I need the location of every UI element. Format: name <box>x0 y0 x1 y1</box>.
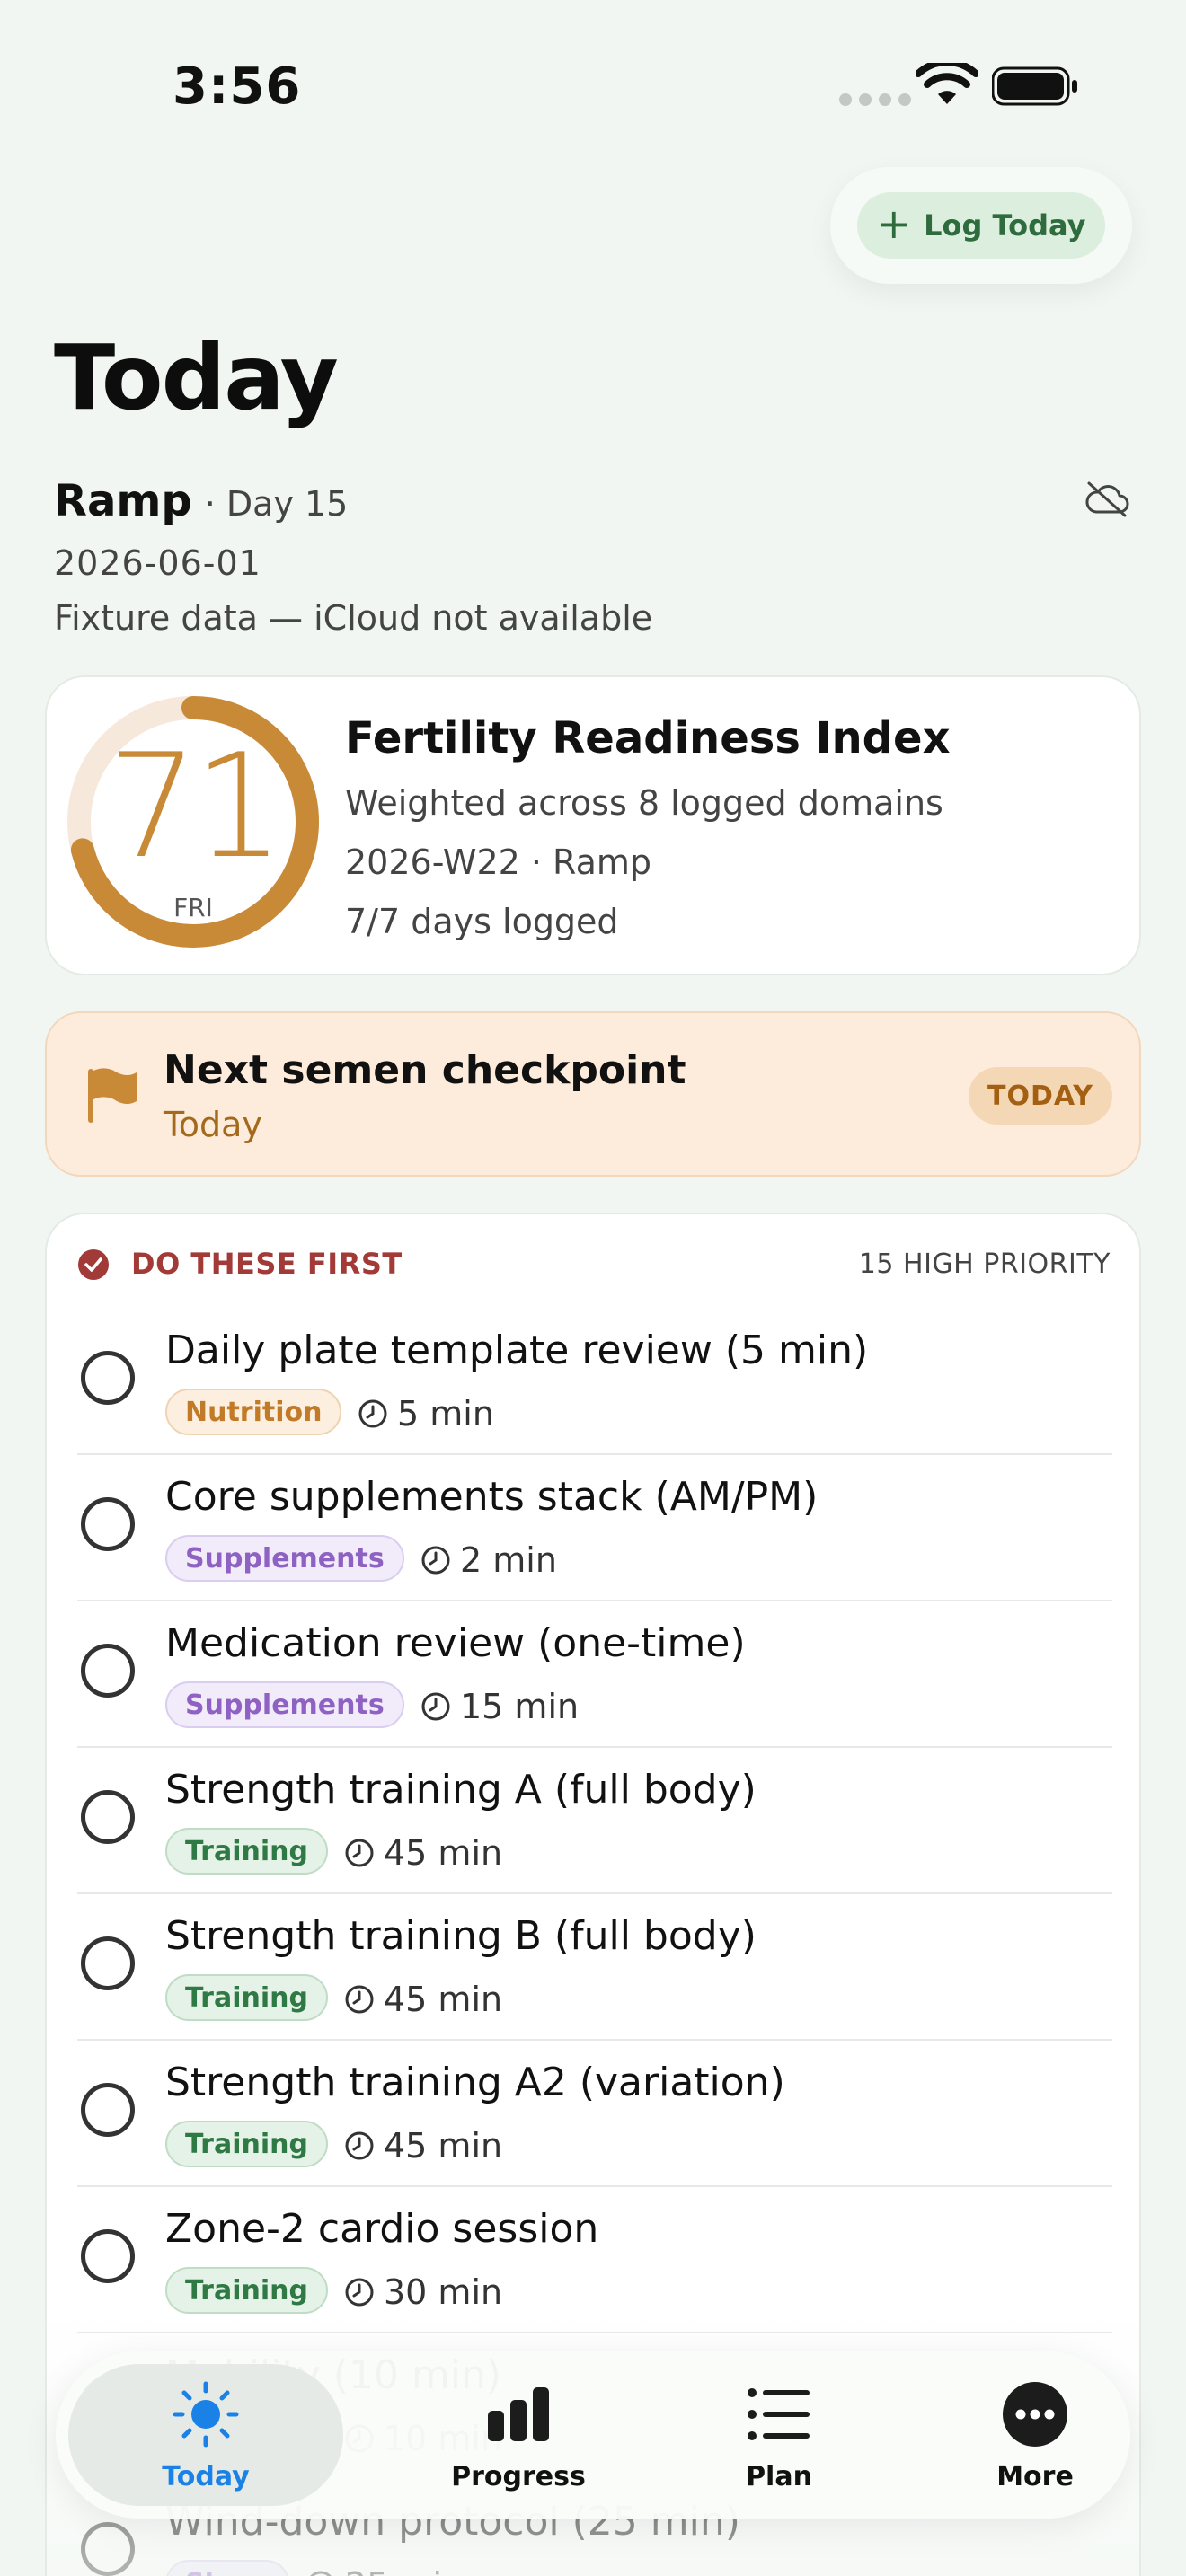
tab-progress-label: Progress <box>451 2460 586 2492</box>
plus-icon: + <box>876 199 912 248</box>
fri-label: FRI <box>173 893 213 922</box>
fri-score: 71 <box>107 722 285 890</box>
task-title: Strength training B (full body) <box>165 1913 757 1959</box>
clock-icon <box>358 1399 387 1428</box>
task-row[interactable]: Daily plate template review (5 min) Nutri… <box>77 1308 1112 1455</box>
tab-plan[interactable]: Plan <box>676 2351 882 2519</box>
task-category-tag: Supplements <box>165 1681 404 1728</box>
today-badge: TODAY <box>969 1067 1112 1125</box>
task-category-tag: Training <box>165 1828 328 1875</box>
checkpoint-title: Next semen checkpoint <box>164 1047 686 1093</box>
list-icon <box>748 2387 810 2440</box>
clock-icon <box>345 2278 374 2307</box>
task-row[interactable]: Strength training A (full body) Training 4… <box>77 1747 1112 1894</box>
phase-line: Ramp · Day 15 <box>54 476 348 526</box>
task-checkbox[interactable] <box>81 1497 135 1551</box>
status-time: 3:56 <box>173 57 302 116</box>
task-duration: 45 min <box>344 1980 502 2019</box>
clock-icon <box>345 1985 374 2014</box>
task-title: Daily plate template review (5 min) <box>165 1328 869 1373</box>
task-category-tag: Training <box>165 1974 328 2021</box>
fri-card[interactable]: 71 FRI Fertility Readiness Index Weighte… <box>45 675 1141 975</box>
task-checkbox[interactable] <box>81 1936 135 1990</box>
task-row[interactable]: Strength training A2 (variation) Training… <box>77 2040 1112 2187</box>
tab-progress[interactable]: Progress <box>415 2351 622 2519</box>
flag-icon <box>88 1068 137 1123</box>
clock-icon <box>345 1839 374 1867</box>
task-category-tag: Supplements <box>165 1535 404 1582</box>
task-duration-label: 15 min <box>460 1687 580 1726</box>
task-title: Zone-2 cardio session <box>165 2206 599 2252</box>
sun-icon <box>173 2381 239 2447</box>
fri-week: 2026-W22 · Ramp <box>345 842 652 882</box>
task-duration-label: 5 min <box>397 1394 494 1434</box>
log-today-label: Log Today <box>924 208 1086 243</box>
fixture-note: Fixture data — iCloud not available <box>54 598 653 638</box>
priority-count: 15 HIGH PRIORITY <box>858 1248 1111 1280</box>
section-title: DO THESE FIRST <box>131 1247 403 1281</box>
task-title: Core supplements stack (AM/PM) <box>165 1474 819 1520</box>
battery-icon <box>992 66 1077 106</box>
log-today-button[interactable]: + Log Today <box>857 192 1105 259</box>
fri-title: Fertility Readiness Index <box>345 713 951 763</box>
checkpoint-subtitle: Today <box>164 1105 262 1144</box>
semen-checkpoint-banner[interactable]: Next semen checkpoint Today TODAY <box>45 1011 1141 1177</box>
tab-today-label: Today <box>162 2460 250 2492</box>
fri-days-logged: 7/7 days logged <box>345 902 619 941</box>
tasks-header: DO THESE FIRST 15 HIGH PRIORITY <box>77 1247 1111 1283</box>
page-title: Today <box>54 325 339 430</box>
tab-more-label: More <box>996 2460 1074 2492</box>
task-duration: 2 min <box>420 1540 557 1580</box>
task-title: Medication review (one-time) <box>165 1620 746 1666</box>
tab-plan-label: Plan <box>746 2460 812 2492</box>
checkmark-circle-icon <box>78 1249 109 1280</box>
cellular-signal-icon <box>839 93 911 106</box>
clock-icon <box>345 2131 374 2160</box>
task-checkbox[interactable] <box>81 1351 135 1405</box>
task-checkbox[interactable] <box>81 2229 135 2283</box>
task-category-tag: Training <box>165 2121 328 2167</box>
task-duration: 45 min <box>344 1833 502 1873</box>
clock-icon <box>421 1546 450 1575</box>
task-checkbox[interactable] <box>81 2083 135 2137</box>
task-duration-label: 2 min <box>460 1540 557 1580</box>
task-duration-label: 45 min <box>384 1833 503 1873</box>
phase-name: Ramp <box>54 476 192 526</box>
task-category-tag: Nutrition <box>165 1389 342 1435</box>
task-duration-label: 45 min <box>384 2126 503 2166</box>
bar-chart-icon <box>488 2386 549 2441</box>
current-date: 2026-06-01 <box>54 543 261 583</box>
icloud-off-icon[interactable] <box>1084 480 1130 519</box>
phase-day: · Day 15 <box>204 484 349 524</box>
ellipsis-circle-icon <box>1003 2381 1067 2447</box>
task-duration-label: 45 min <box>384 1980 503 2019</box>
task-row[interactable]: Medication review (one-time) Supplements 1… <box>77 1601 1112 1748</box>
log-today-container: + Log Today <box>830 167 1132 284</box>
fri-domains: Weighted across 8 logged domains <box>345 783 943 823</box>
tab-more[interactable]: More <box>932 2351 1138 2519</box>
task-row[interactable]: Core supplements stack (AM/PM) Supplement… <box>77 1454 1112 1601</box>
task-title: Strength training A2 (variation) <box>165 2060 785 2105</box>
tab-today[interactable]: Today <box>68 2364 343 2506</box>
task-title: Strength training A (full body) <box>165 1767 757 1813</box>
task-checkbox[interactable] <box>81 1790 135 1844</box>
clock-icon <box>421 1692 450 1721</box>
task-row[interactable]: Strength training B (full body) Training 4… <box>77 1893 1112 2041</box>
task-duration: 15 min <box>420 1687 579 1726</box>
status-bar: 3:56 <box>0 0 1186 171</box>
wifi-icon <box>916 63 978 104</box>
task-duration: 45 min <box>344 2126 502 2166</box>
task-duration: 5 min <box>358 1394 494 1434</box>
tab-bar: Today Progress Plan More <box>56 2351 1130 2519</box>
task-checkbox[interactable] <box>81 1644 135 1698</box>
